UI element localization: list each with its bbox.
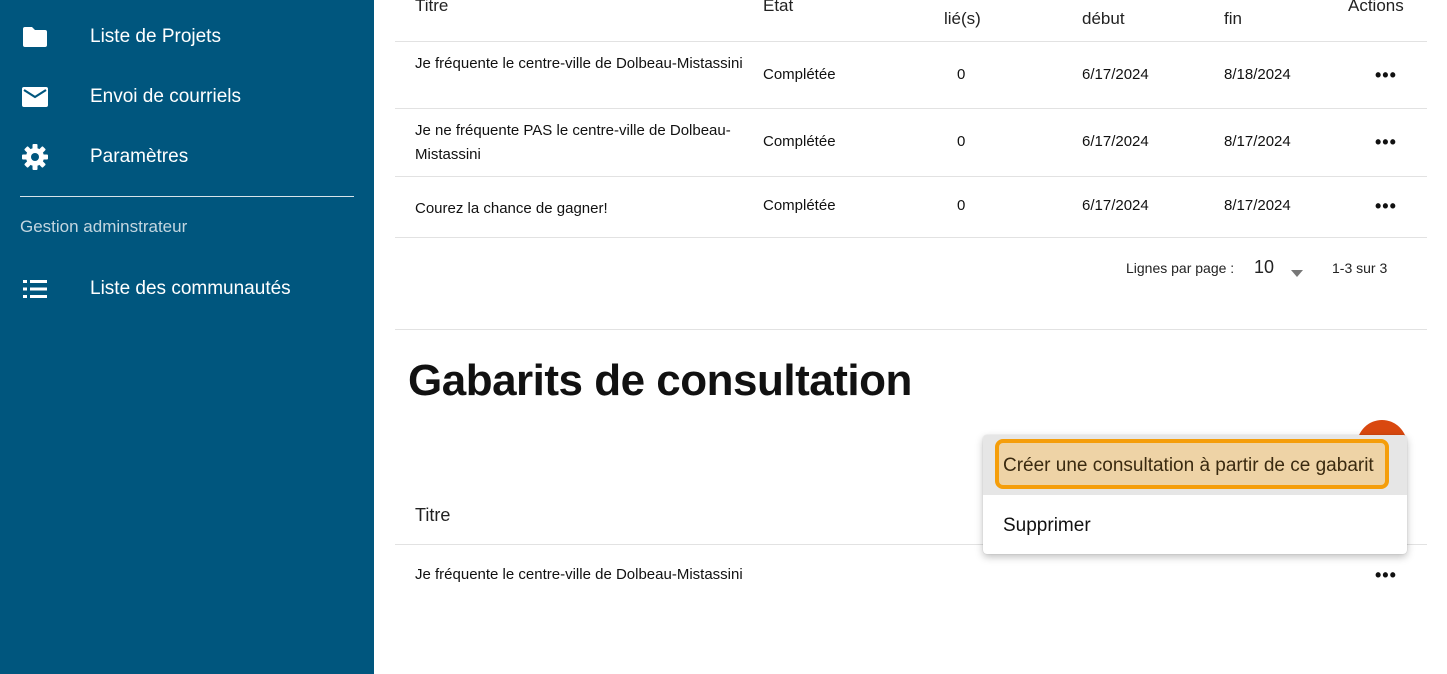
table-cell-linked: 0 [957,133,966,150]
table-cell-title[interactable]: Courez la chance de gagner! [415,197,745,221]
sidebar-item-label: Envoi de courriels [90,86,242,107]
sidebar-item-label: Liste de Projets [90,26,221,47]
more-actions-icon[interactable]: ••• [1375,566,1397,584]
column-header-actions: Actions [1348,0,1404,15]
sidebar-item-emails[interactable]: Envoi de courriels [0,77,374,117]
more-actions-icon[interactable]: ••• [1375,197,1397,215]
column-header-fin[interactable]: fin [1224,9,1242,29]
column-header-titre[interactable]: Titre [415,505,450,526]
table-cell-title[interactable]: Je fréquente le centre-ville de Dolbeau-… [415,52,745,76]
column-header-debut[interactable]: début [1082,9,1125,29]
divider [395,176,1427,177]
table-cell-end: 8/17/2024 [1224,133,1291,150]
mail-icon [21,83,49,111]
sidebar-item-label: Paramètres [90,146,189,167]
table-cell-title[interactable]: Je ne fréquente PAS le centre-ville de D… [415,119,745,167]
menu-item-create-from-template[interactable]: Créer une consultation à partir de ce ga… [983,435,1407,495]
divider [395,237,1427,238]
column-header-titre[interactable]: Titre [415,0,448,16]
sidebar-item-settings[interactable]: Paramètres [0,137,374,177]
menu-item-label[interactable]: Créer une consultation à partir de ce ga… [1003,455,1374,477]
table-cell-start: 6/17/2024 [1082,66,1149,83]
folder-icon [21,23,49,51]
chevron-down-icon[interactable] [1291,264,1303,282]
page-title: Gabarits de consultation [408,356,912,405]
table-cell-title[interactable]: Je fréquente le centre-ville de Dolbeau-… [415,566,743,583]
sidebar-divider [20,196,354,197]
table-cell-end: 8/18/2024 [1224,66,1291,83]
section-divider [395,329,1427,330]
context-menu: Créer une consultation à partir de ce ga… [983,435,1407,554]
gear-icon [21,143,49,171]
sidebar-item-label: Liste des communautés [90,278,291,299]
divider [395,41,1427,42]
rows-per-page-select[interactable]: 10 [1254,257,1274,278]
column-header-etat[interactable]: État [763,0,793,16]
table-cell-status: Complétée [763,133,836,150]
table-cell-start: 6/17/2024 [1082,197,1149,214]
more-actions-icon[interactable]: ••• [1375,66,1397,84]
column-header-lies[interactable]: lié(s) [944,9,981,29]
table-cell-status: Complétée [763,197,836,214]
menu-item-delete[interactable]: Supprimer [1003,515,1091,537]
table-cell-status: Complétée [763,66,836,83]
table-cell-linked: 0 [957,66,966,83]
sidebar: Liste de Projets Envoi de courriels Para… [0,0,374,674]
rows-per-page-label: Lignes par page : [1126,260,1235,276]
sidebar-section-label: Gestion adminstrateur [20,217,188,236]
sidebar-item-projects[interactable]: Liste de Projets [0,17,374,57]
table-cell-end: 8/17/2024 [1224,197,1291,214]
sidebar-item-communities[interactable]: Liste des communautés [0,269,374,309]
table-cell-start: 6/17/2024 [1082,133,1149,150]
divider [395,108,1427,109]
more-actions-icon[interactable]: ••• [1375,133,1397,151]
table-cell-linked: 0 [957,197,966,214]
main-content: Titre État lié(s) début fin Actions Je f… [374,0,1447,674]
pagination-range: 1-3 sur 3 [1332,260,1388,276]
list-icon [21,275,49,303]
